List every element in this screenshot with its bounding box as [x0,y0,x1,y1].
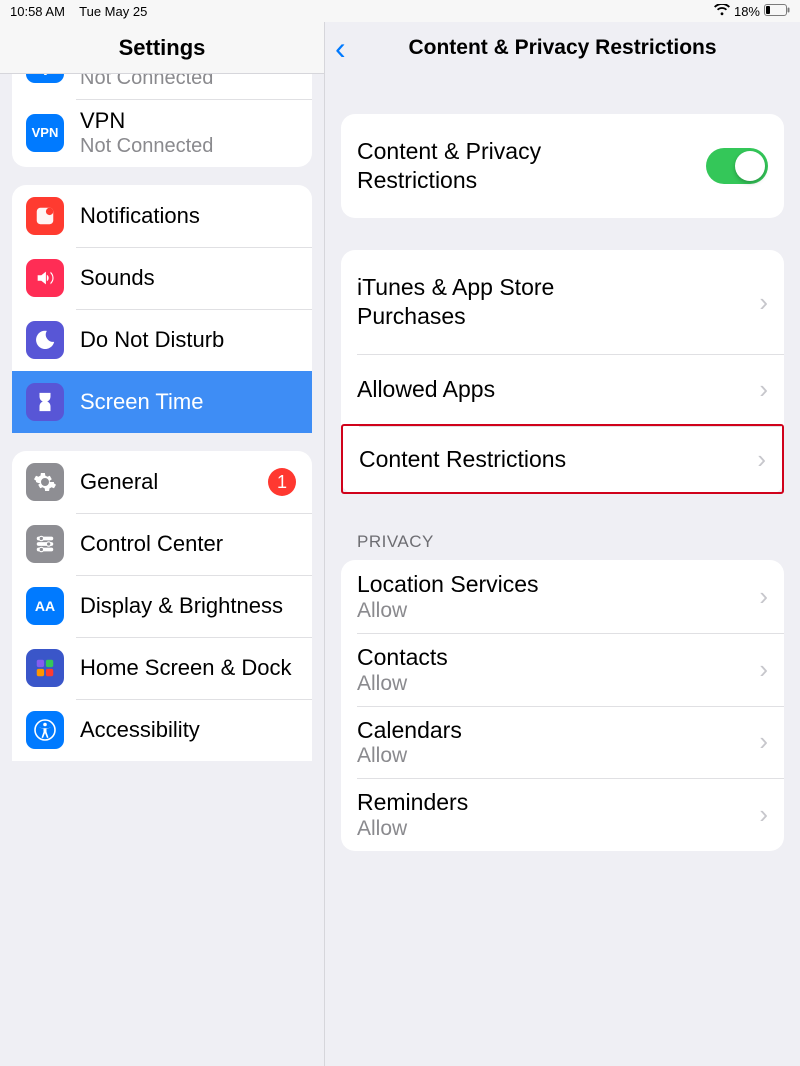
notifications-label: Notifications [80,203,200,229]
itunes-label: iTunes & App Store Purchases [357,273,637,331]
wifi-icon [714,4,730,18]
row-allowed-apps[interactable]: Allowed Apps › [341,354,784,424]
restrictions-options-group: iTunes & App Store Purchases › Allowed A… [341,250,784,494]
restrictions-toggle-label: Content & Privacy Restrictions [357,137,637,195]
restrictions-toggle-row[interactable]: Content & Privacy Restrictions [341,114,784,218]
content-restrictions-label: Content Restrictions [359,445,566,474]
general-badge: 1 [268,468,296,496]
detail-header: ‹ Content & Privacy Restrictions [325,22,800,74]
bluetooth-status: Not Connected [80,74,213,91]
row-reminders[interactable]: Reminders Allow › [341,778,784,851]
reminders-label: Reminders [357,788,468,817]
general-icon [26,463,64,501]
chevron-right-icon: › [759,654,768,685]
battery-icon [764,4,790,18]
notifications-icon [26,197,64,235]
contacts-value: Allow [357,672,448,696]
accessibility-label: Accessibility [80,717,200,743]
detail-pane: ‹ Content & Privacy Restrictions Content… [325,22,800,1066]
bluetooth-icon [26,74,64,83]
contacts-label: Contacts [357,643,448,672]
row-itunes-purchases[interactable]: iTunes & App Store Purchases › [341,250,784,354]
chevron-right-icon: › [759,374,768,405]
status-date: Tue May 25 [79,4,147,19]
row-content-restrictions[interactable]: Content Restrictions › [341,424,784,494]
row-calendars[interactable]: Calendars Allow › [341,706,784,779]
sidebar-group-connectivity: Bluetooth Not Connected VPN VPN Not Conn… [12,74,312,167]
chevron-right-icon: › [759,799,768,830]
display-label: Display & Brightness [80,593,283,619]
sidebar-item-display[interactable]: AA Display & Brightness [12,575,312,637]
restrictions-toggle-group: Content & Privacy Restrictions [341,114,784,218]
sidebar-item-notifications[interactable]: Notifications [12,185,312,247]
sidebar-group-general: General 1 Control Center AA Display & Br… [12,451,312,761]
privacy-section-header: PRIVACY [325,512,800,560]
chevron-right-icon: › [759,726,768,757]
dnd-label: Do Not Disturb [80,327,224,353]
sidebar-item-dnd[interactable]: Do Not Disturb [12,309,312,371]
calendars-label: Calendars [357,716,462,745]
screentime-label: Screen Time [80,389,204,415]
accessibility-icon [26,711,64,749]
screentime-icon [26,383,64,421]
location-value: Allow [357,599,539,623]
settings-header: Settings [0,22,324,74]
general-label: General [80,469,158,495]
control-center-label: Control Center [80,531,223,557]
sidebar-item-accessibility[interactable]: Accessibility [12,699,312,761]
chevron-right-icon: › [759,287,768,318]
sidebar-item-control-center[interactable]: Control Center [12,513,312,575]
location-label: Location Services [357,570,539,599]
vpn-status: Not Connected [80,134,213,159]
sidebar-item-bluetooth[interactable]: Bluetooth Not Connected [12,74,312,99]
restrictions-switch[interactable] [706,148,768,184]
settings-sidebar: Settings Bluetooth Not Connected VPN [0,22,325,1066]
sounds-label: Sounds [80,265,155,291]
sidebar-item-general[interactable]: General 1 [12,451,312,513]
chevron-right-icon: › [759,581,768,612]
sidebar-group-notifications: Notifications Sounds Do Not Disturb [12,185,312,433]
battery-percent: 18% [734,4,760,19]
vpn-label: VPN [80,107,213,135]
display-icon: AA [26,587,64,625]
sidebar-item-sounds[interactable]: Sounds [12,247,312,309]
status-time: 10:58 AM [10,4,65,19]
sounds-icon [26,259,64,297]
row-contacts[interactable]: Contacts Allow › [341,633,784,706]
chevron-right-icon: › [757,444,766,475]
back-button[interactable]: ‹ [335,30,346,67]
row-location-services[interactable]: Location Services Allow › [341,560,784,633]
control-center-icon [26,525,64,563]
settings-title: Settings [119,35,206,61]
allowed-apps-label: Allowed Apps [357,375,495,404]
sidebar-item-vpn[interactable]: VPN VPN Not Connected [12,99,312,168]
home-label: Home Screen & Dock [80,655,292,681]
status-bar: 10:58 AM Tue May 25 18% [0,0,800,22]
privacy-group: Location Services Allow › Contacts Allow… [341,560,784,851]
vpn-icon: VPN [26,114,64,152]
calendars-value: Allow [357,744,462,768]
reminders-value: Allow [357,817,468,841]
dnd-icon [26,321,64,359]
detail-title: Content & Privacy Restrictions [408,36,716,60]
sidebar-item-home[interactable]: Home Screen & Dock [12,637,312,699]
home-icon [26,649,64,687]
sidebar-item-screentime[interactable]: Screen Time [12,371,312,433]
